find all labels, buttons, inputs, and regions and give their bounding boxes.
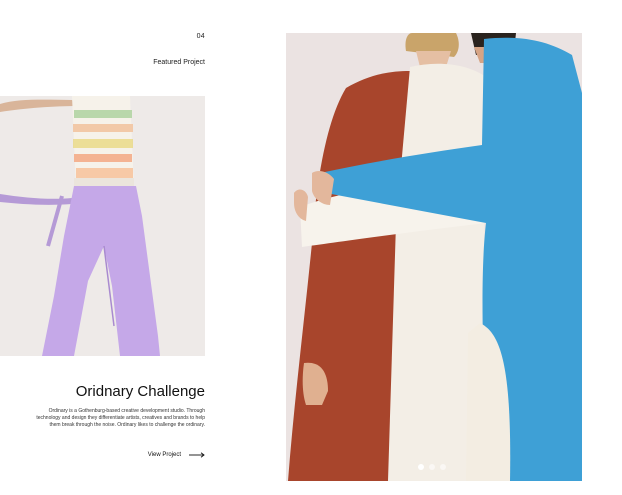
- project-photo-secondary: [0, 96, 205, 356]
- project-description: Ordinary is a Gothenburg-based creative …: [36, 408, 205, 428]
- project-photo-main: [286, 33, 582, 481]
- photo-illustration-left: [0, 96, 205, 356]
- featured-label: Featured Project: [153, 59, 205, 66]
- view-project-link[interactable]: View Project: [140, 450, 205, 460]
- slider-dot-2[interactable]: [429, 464, 435, 470]
- slider-dot-3[interactable]: [440, 464, 446, 470]
- photo-illustration-right: [286, 33, 582, 481]
- arrow-right-icon: [189, 452, 205, 458]
- project-index: 04: [196, 33, 205, 40]
- slider-dot-1[interactable]: [418, 464, 424, 470]
- project-title: Oridnary Challenge: [75, 383, 205, 400]
- view-project-label: View Project: [147, 452, 181, 458]
- slider-pagination: [418, 464, 446, 470]
